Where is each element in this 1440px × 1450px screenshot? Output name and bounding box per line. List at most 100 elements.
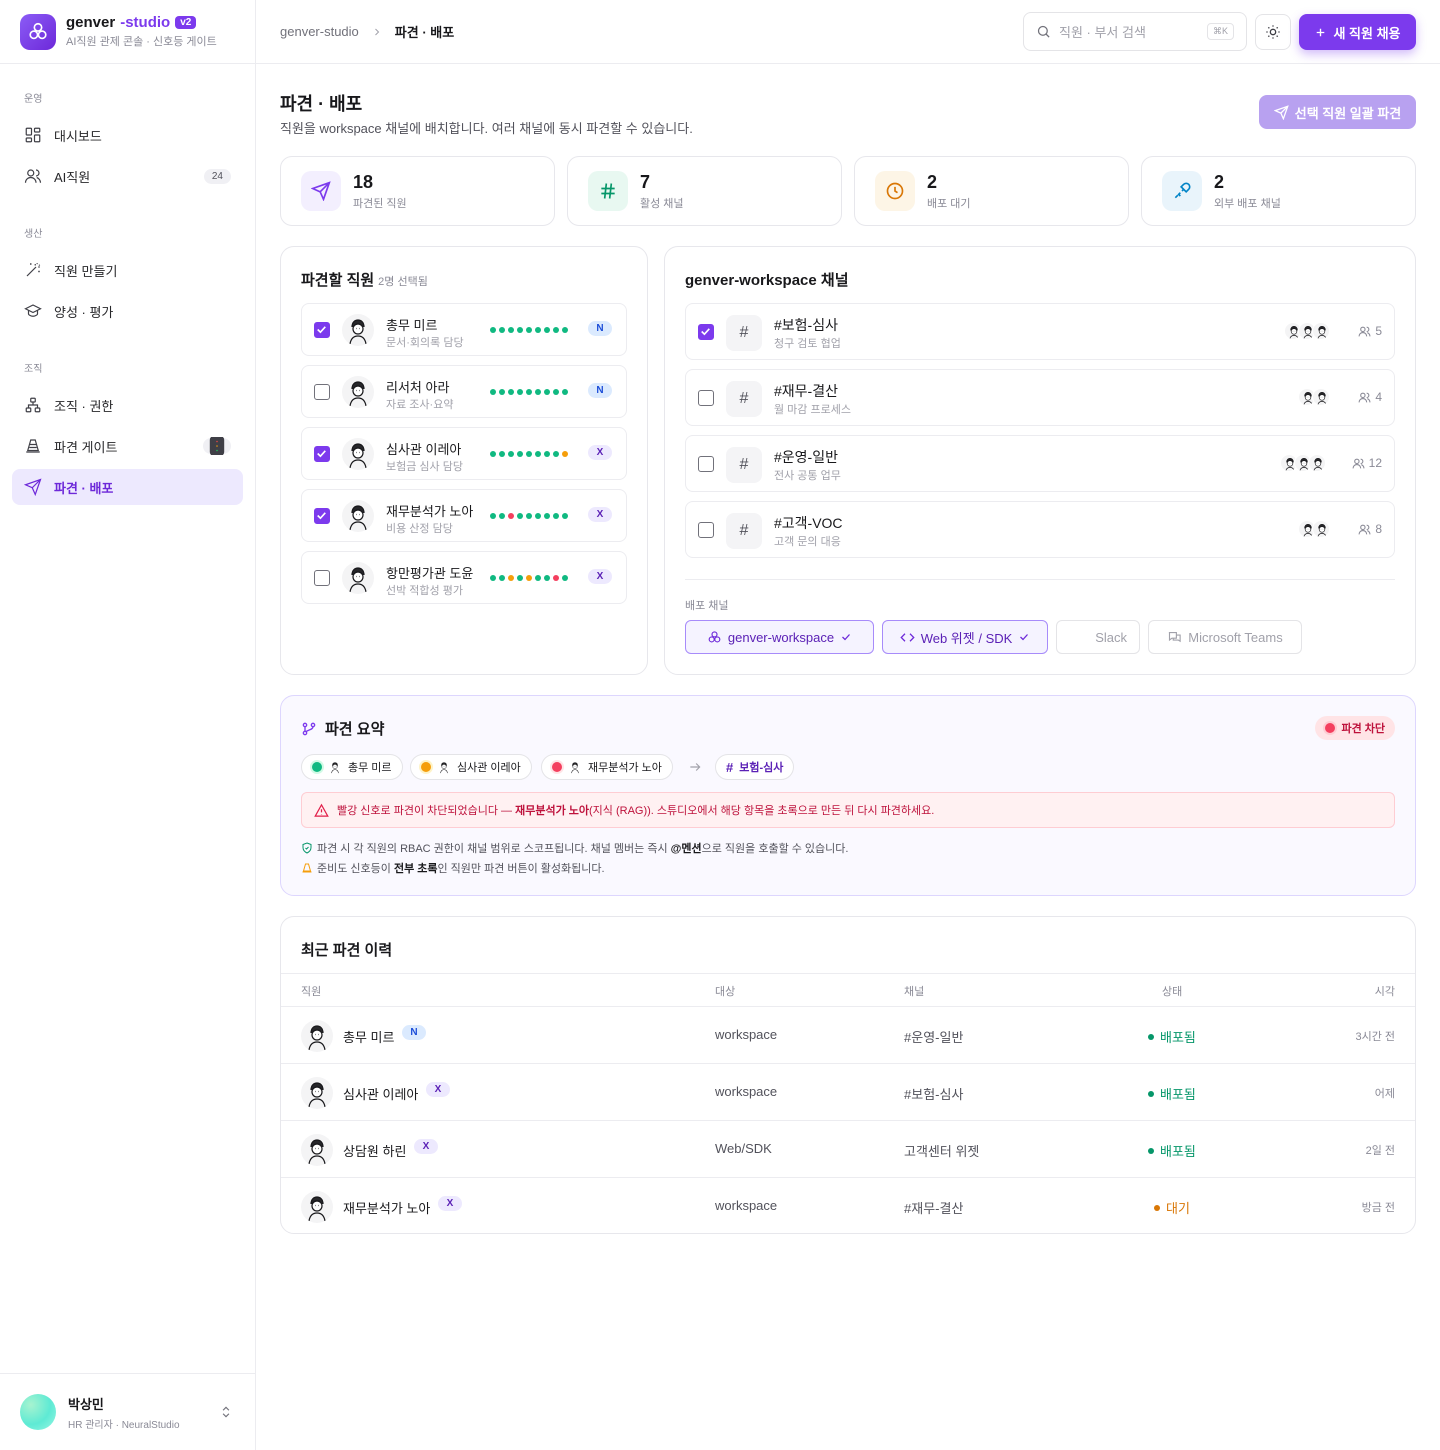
employee-checkbox[interactable] <box>314 322 330 338</box>
table-row[interactable]: 심사관 이레아 Xworkspace #보험-심사 배포됨 어제 <box>281 1063 1415 1120</box>
row-time: 2일 전 <box>1365 1145 1395 1157</box>
model-tag: X <box>438 1196 462 1211</box>
avatar <box>1312 388 1330 406</box>
employee-role: 자료 조사·요약 <box>386 399 454 411</box>
sidebar-item-gate[interactable]: 파견 게이트 <box>12 428 243 464</box>
stat-card-external: 2 외부 배포 채널 <box>1141 156 1416 226</box>
stat-card-deployed: 18 파견된 직원 <box>280 156 555 226</box>
employee-row[interactable]: 재무분석가 노아 비용 산정 담당 X <box>301 489 627 542</box>
sidebar-item-label: 파견 게이트 <box>54 439 118 455</box>
readiness-note: 준비도 신호등이 전부 초록인 직원만 파견 버튼이 활성화됩니다. <box>301 860 605 876</box>
column-header: 대상 <box>715 986 736 998</box>
sidebar-item-org[interactable]: 조직 · 권한 <box>12 387 243 423</box>
avatar <box>301 1020 333 1052</box>
model-tag: X <box>588 507 612 522</box>
theme-toggle-button[interactable] <box>1255 14 1291 50</box>
channel-row[interactable]: # #고객-VOC 고객 문의 대응 8 <box>685 501 1395 558</box>
employee-row[interactable]: 리서처 아라 자료 조사·요약 N <box>301 365 627 418</box>
avatar <box>1312 322 1330 340</box>
deploy-channel-teams[interactable]: Microsoft Teams <box>1148 620 1302 654</box>
ai-staff-count: 24 <box>203 168 231 184</box>
employee-row[interactable]: 심사관 이레아 보험금 심사 담당 X <box>301 427 627 480</box>
employee-checkbox[interactable] <box>314 508 330 524</box>
channels-card-title: genver-workspace 채널 <box>685 272 849 289</box>
channel-row[interactable]: # #재무-결산 월 마감 프로세스 4 <box>685 369 1395 426</box>
users-icon <box>1358 392 1371 402</box>
table-row[interactable]: 총무 미르 Nworkspace #운영-일반 배포됨 3시간 전 <box>281 1006 1415 1063</box>
model-tag: X <box>426 1082 450 1097</box>
avatar <box>342 314 374 346</box>
nav-section-production: 생산 <box>24 229 43 240</box>
row-channel: #재무-결산 <box>904 1201 964 1216</box>
new-employee-label: 새 직원 채용 <box>1333 25 1401 41</box>
sidebar-item-training[interactable]: 양성 · 평가 <box>12 293 243 329</box>
user-menu[interactable]: 박상민 HR 관리자 · NeuralStudio <box>0 1373 255 1450</box>
channel-row[interactable]: # #보험-심사 청구 검토 협업 5 <box>685 303 1395 360</box>
channel-checkbox[interactable] <box>698 324 714 340</box>
row-channel: #보험-심사 <box>904 1087 964 1102</box>
stat-card-pending: 2 배포 대기 <box>854 156 1129 226</box>
model-tag: X <box>588 569 612 584</box>
new-employee-button[interactable]: 새 직원 채용 <box>1299 14 1416 50</box>
channel-checkbox[interactable] <box>698 456 714 472</box>
channel-desc: 전사 공통 업무 <box>774 470 841 482</box>
employee-row[interactable]: 항만평가관 도윤 선박 적합성 평가 X <box>301 551 627 604</box>
row-employee-name: 총무 미르 <box>343 1030 395 1045</box>
hash-icon: # <box>726 513 762 549</box>
sidebar: genver -studio v2 AI직원 관제 콘솔 · 신호등 게이트 운영 … <box>0 0 256 1450</box>
search-shortcut: ⌘K <box>1206 23 1234 40</box>
channel-name: #재무-결산 <box>774 383 838 399</box>
summary-chip: 총무 미르 <box>301 754 403 780</box>
deploy-channel-label: genver-workspace <box>727 629 835 645</box>
deploy-channel-label: 배포 채널 <box>685 600 729 612</box>
traffic-light-icon <box>203 437 231 455</box>
employee-checkbox[interactable] <box>314 446 330 462</box>
employee-checkbox[interactable] <box>314 570 330 586</box>
row-target: workspace <box>715 1027 778 1042</box>
row-time: 어제 <box>1374 1088 1395 1100</box>
page-title: 파견 · 배포 <box>280 94 363 114</box>
search-icon <box>1037 25 1050 38</box>
model-tag: N <box>588 321 612 336</box>
row-channel: 고객센터 위젯 <box>904 1144 980 1159</box>
channel-member-count: 12 <box>1352 456 1382 470</box>
table-row[interactable]: 상담원 하린 X Web/SDK 고객센터 위젯 배포됨 2일 전 <box>281 1120 1415 1177</box>
brand: genver -studio v2 AI직원 관제 콘솔 · 신호등 게이트 <box>0 0 255 64</box>
channel-checkbox[interactable] <box>698 522 714 538</box>
employee-name: 총무 미르 <box>386 318 438 333</box>
channel-member-avatars <box>1298 520 1330 538</box>
deploy-channel-slack[interactable]: Slack <box>1056 620 1140 654</box>
breadcrumb: genver-studio 파견 · 배포 <box>280 22 454 41</box>
employee-checkbox[interactable] <box>314 384 330 400</box>
user-name: 박상민 <box>68 1396 104 1412</box>
row-employee-name: 심사관 이레아 <box>343 1087 419 1102</box>
channel-checkbox[interactable] <box>698 390 714 406</box>
channel-name: #운영-일반 <box>774 449 838 465</box>
nav-section-org: 조직 <box>24 364 43 375</box>
deploy-history-card: 최근 파견 이력 직원 대상 채널 상태 시각 총무 미르 Nworkspace #… <box>280 916 1416 1234</box>
bulk-deploy-button[interactable]: 선택 직원 일괄 파견 <box>1259 95 1416 129</box>
deploy-channel-workspace[interactable]: genver-workspace <box>685 620 874 654</box>
readiness-dots <box>490 451 568 457</box>
readiness-dots <box>490 327 568 333</box>
row-employee-name: 재무분석가 노아 <box>343 1201 431 1216</box>
sidebar-item-dashboard[interactable]: 대시보드 <box>12 117 243 153</box>
sidebar-item-ai-staff[interactable]: AI직원 24 <box>12 158 243 194</box>
avatar <box>342 562 374 594</box>
breadcrumb-root[interactable]: genver-studio <box>280 24 359 39</box>
sidebar-item-create[interactable]: 직원 만들기 <box>12 252 243 288</box>
search-input[interactable]: 직원 · 부서 검색 ⌘K <box>1023 12 1247 51</box>
channel-row[interactable]: # #운영-일반전사 공통 업무 12 <box>685 435 1395 492</box>
red-light-icon <box>1325 723 1336 733</box>
employee-row[interactable]: 총무 미르 문서·회의록 담당 N <box>301 303 627 356</box>
history-title: 최근 파견 이력 <box>301 942 393 959</box>
sidebar-item-deploy[interactable]: 파견 · 배포 <box>12 469 243 505</box>
table-row[interactable]: 재무분석가 노아 Xworkspace #재무-결산 대기 방금 전 <box>281 1177 1415 1234</box>
plus-icon <box>1317 28 1325 36</box>
deploy-channel-web-sdk[interactable]: Web 위젯 / SDK <box>882 620 1048 654</box>
users-icon <box>1358 326 1371 336</box>
avatar <box>301 1191 333 1223</box>
hash-icon: # <box>726 447 762 483</box>
employee-name: 재무분석가 노아 <box>386 504 474 519</box>
summary-title: 파견 요약 <box>325 721 385 738</box>
